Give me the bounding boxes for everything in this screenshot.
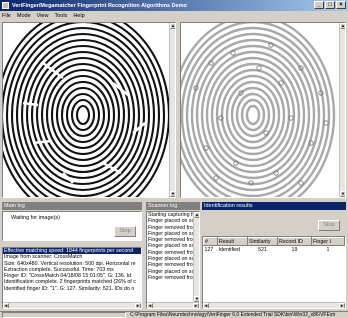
cell-num: 127: [204, 246, 214, 253]
results-hscrollbar[interactable]: ◄ ►: [203, 302, 345, 308]
menu-file[interactable]: File: [2, 13, 11, 19]
scroll-right-icon[interactable]: ►: [339, 303, 345, 308]
log-line: Size: 640x480. Vertical resolution: 500 …: [4, 260, 136, 267]
processed-fingerprint-panel: ▲ ▼: [180, 22, 346, 198]
scanner-log-line: Finger removed from sca: [148, 224, 199, 231]
scroll-down-icon[interactable]: ▼: [170, 191, 175, 197]
scanned-fingerprint-image: [3, 23, 171, 197]
cell-similarity: 521: [258, 246, 267, 253]
identification-results-table-box: # Result Similarity Record ID Finger I 1…: [202, 236, 346, 309]
status-bar-path: C:\Program Files\Neurotechnology\VeriFin…: [130, 312, 336, 318]
maximize-button[interactable]: □: [325, 1, 335, 9]
column-header-similarity[interactable]: Similarity: [247, 237, 278, 246]
menu-bar: File Mode View Tools Help: [0, 11, 348, 20]
log-line: Identified finger ID: "1". G: 127. Simil…: [4, 285, 135, 292]
title-bar: VeriFinger/Megamatcher Fingerprint Recog…: [0, 0, 348, 11]
left-image-vscrollbar[interactable]: ▲ ▼: [169, 23, 175, 197]
scanner-log-hscrollbar[interactable]: ◄ ►: [147, 302, 199, 308]
menu-help[interactable]: Help: [73, 13, 84, 19]
column-header-record-id[interactable]: Record ID: [277, 237, 312, 246]
scanner-log-line: Finger removed from sca: [148, 274, 199, 281]
main-stop-button[interactable]: Stop: [114, 226, 136, 237]
cell-finger-id: 1: [326, 246, 330, 253]
app-icon: [2, 2, 9, 9]
scroll-left-icon[interactable]: ◄: [3, 303, 9, 308]
main-log-title: Main log: [2, 202, 142, 210]
scanner-log-line: Finger placed on scanne: [148, 243, 199, 250]
scroll-right-icon[interactable]: ►: [193, 303, 199, 308]
scroll-up-icon[interactable]: ▲: [194, 212, 199, 218]
scanner-log-list[interactable]: Starting capturing from sc Finger placed…: [146, 211, 200, 309]
minimize-button[interactable]: _: [314, 1, 324, 9]
status-bar-left-panel: [2, 312, 126, 318]
identification-stop-button[interactable]: Stop: [318, 220, 340, 231]
scroll-left-icon[interactable]: ◄: [203, 303, 209, 308]
scroll-up-icon[interactable]: ▲: [170, 23, 175, 29]
close-button[interactable]: ×: [336, 1, 346, 9]
column-header-result[interactable]: Result: [217, 237, 248, 246]
table-row[interactable]: 127 Identified 521 19 1: [204, 246, 345, 254]
log-line: Identification complete. 2 fingerprints …: [4, 279, 136, 286]
window-title: VeriFinger/Megamatcher Fingerprint Recog…: [12, 2, 187, 9]
scanned-fingerprint-panel: ▲ ▼: [2, 22, 176, 198]
identification-results-title: Identification results: [202, 202, 346, 210]
menu-mode[interactable]: Mode: [17, 13, 31, 19]
status-bar: C:\Program Files\Neurotechnology\VeriFin…: [0, 311, 348, 318]
scroll-up-icon[interactable]: ▲: [340, 23, 345, 29]
scanner-log-vscrollbar[interactable]: ▲ ▼: [193, 212, 199, 302]
menu-view[interactable]: View: [37, 13, 49, 19]
waiting-text: Waiting for image(s): [11, 215, 61, 221]
scroll-left-icon[interactable]: ◄: [147, 303, 153, 308]
cell-record-id: 19: [291, 246, 298, 253]
main-log-list[interactable]: Effective matching speed: 1844 fingerpri…: [2, 247, 142, 309]
scanner-log-line: Finger placed on scanne: [148, 218, 199, 225]
processed-fingerprint-image: [181, 23, 339, 197]
scroll-down-icon[interactable]: ▼: [340, 191, 345, 197]
cell-result: Identified: [218, 246, 241, 253]
window-controls: _ □ ×: [314, 1, 346, 9]
scroll-right-icon[interactable]: ►: [135, 303, 141, 308]
column-header-finger-id[interactable]: Finger I: [311, 237, 345, 246]
scanner-log-title: Scanner log: [146, 202, 200, 210]
column-header-num[interactable]: #: [203, 237, 218, 246]
right-image-vscrollbar[interactable]: ▲ ▼: [339, 23, 345, 197]
scanner-log-line: Finger removed from sca: [148, 262, 199, 269]
main-log-hscrollbar[interactable]: ◄ ►: [3, 302, 141, 308]
identification-results-table: # Result Similarity Record ID Finger I 1…: [203, 237, 345, 254]
menu-tools[interactable]: Tools: [54, 13, 67, 19]
